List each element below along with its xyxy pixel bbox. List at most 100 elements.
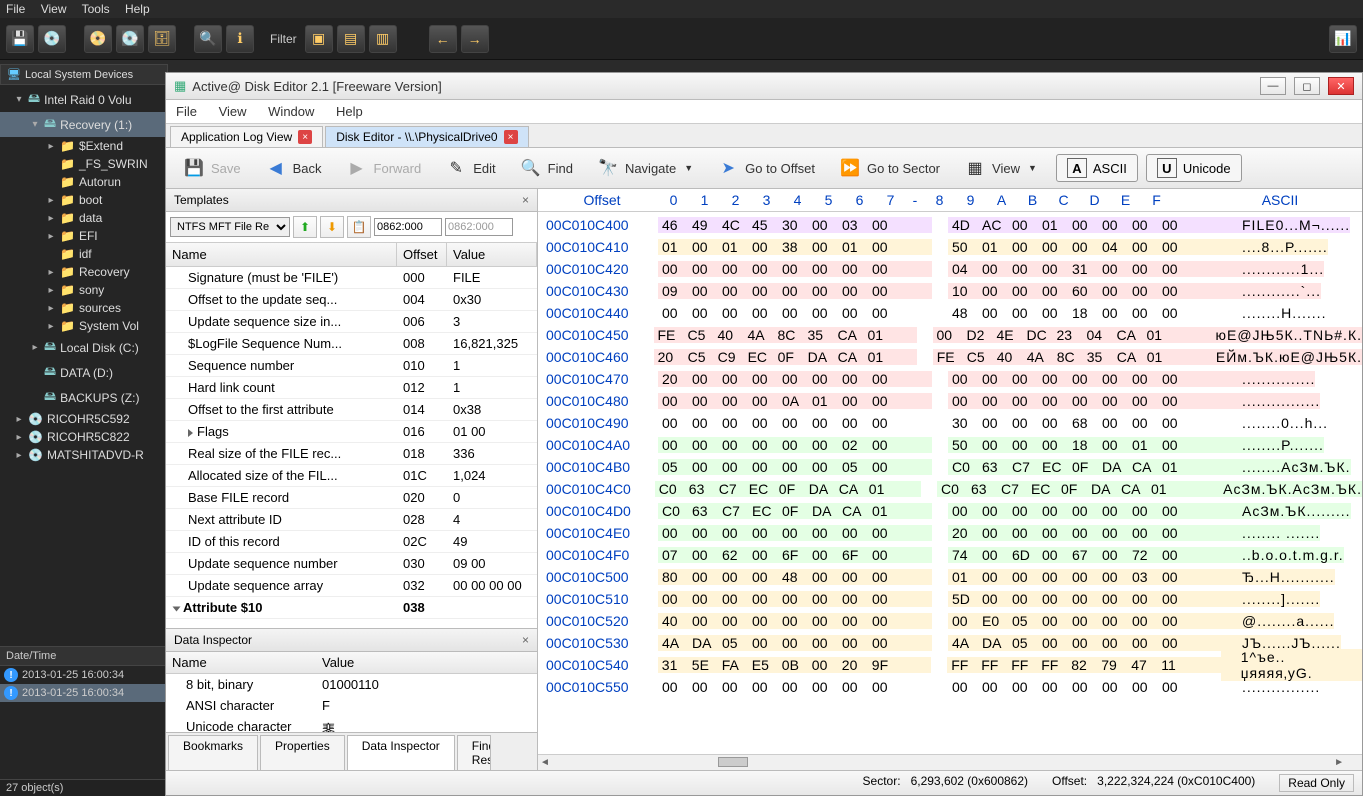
- table-row[interactable]: Update sequence array03200 00 00 00: [166, 575, 537, 597]
- menu-window[interactable]: Window: [268, 104, 314, 119]
- disk-icon[interactable]: 🗄: [148, 25, 176, 53]
- maximize-button[interactable]: ◻: [1294, 77, 1320, 95]
- horizontal-scrollbar[interactable]: ◄ ►: [538, 754, 1362, 770]
- table-row[interactable]: Update sequence size in...0063: [166, 311, 537, 333]
- back-button[interactable]: ◀Back: [254, 152, 333, 184]
- table-row[interactable]: Flags01601 00: [166, 421, 537, 443]
- tree-item[interactable]: ▸📁$Extend: [0, 137, 168, 155]
- tree-item[interactable]: ▸💿MATSHITADVD-R: [0, 446, 168, 464]
- info-icon[interactable]: ℹ: [226, 25, 254, 53]
- table-row[interactable]: Signature (must be 'FILE')000FILE: [166, 267, 537, 289]
- menu-view[interactable]: View: [219, 104, 247, 119]
- menu-view[interactable]: View: [41, 2, 67, 16]
- close-icon[interactable]: ×: [522, 193, 529, 207]
- template-select[interactable]: NTFS MFT File Re: [170, 217, 290, 237]
- hex-row[interactable]: 00C010C51000000000000000005D000000000000…: [546, 588, 1362, 610]
- tree-item[interactable]: ▸💿RICOHR5C822: [0, 428, 168, 446]
- hex-row[interactable]: 00C010C450FEC5404A8C35CA0100D24EDC2304CA…: [546, 324, 1362, 346]
- table-row[interactable]: 8 bit, binary01000110: [166, 674, 537, 695]
- hex-row[interactable]: 00C010C550000000000000000000000000000000…: [546, 676, 1362, 698]
- tab-disk-editor[interactable]: Disk Editor - \\.\PhysicalDrive0×: [325, 126, 528, 147]
- filter-icon[interactable]: ▥: [369, 25, 397, 53]
- disk-icon[interactable]: 💿: [38, 25, 66, 53]
- window-titlebar[interactable]: ▦ Active@ Disk Editor 2.1 [Freeware Vers…: [166, 73, 1362, 100]
- tree-item[interactable]: 📁idf: [0, 245, 168, 263]
- table-row[interactable]: Offset to the first attribute0140x38: [166, 399, 537, 421]
- tree-item[interactable]: ▸📁sony: [0, 281, 168, 299]
- ascii-encoding-button[interactable]: AASCII: [1056, 154, 1138, 182]
- up-button[interactable]: ⬆: [293, 216, 317, 238]
- tab-find-results[interactable]: Find Results: [457, 735, 491, 770]
- hex-row[interactable]: 00C010C4F0070062006F006F0074006D00670072…: [546, 544, 1362, 566]
- table-row[interactable]: ANSI characterF: [166, 695, 537, 716]
- menu-help[interactable]: Help: [125, 2, 150, 16]
- down-button[interactable]: ⬇: [320, 216, 344, 238]
- table-row[interactable]: ID of this record02C49: [166, 531, 537, 553]
- disk-icon[interactable]: 📀: [84, 25, 112, 53]
- table-row[interactable]: Real size of the FILE rec...018336: [166, 443, 537, 465]
- hex-row[interactable]: 00C010C540315EFAE50B00209FFFFFFFFF827947…: [546, 654, 1362, 676]
- tree-item[interactable]: ▾🖴Intel Raid 0 Volu: [0, 87, 168, 112]
- menu-help[interactable]: Help: [336, 104, 363, 119]
- hex-row[interactable]: 00C010C500800000004800000001000000000003…: [546, 566, 1362, 588]
- tree-item[interactable]: ▸📁Recovery: [0, 263, 168, 281]
- minimize-button[interactable]: —: [1260, 77, 1286, 95]
- filter-icon[interactable]: ▣: [305, 25, 333, 53]
- hex-row[interactable]: 00C010C410010001003800010050010000000400…: [546, 236, 1362, 258]
- hex-row[interactable]: 00C010C40046494C45300003004DAC0001000000…: [546, 214, 1362, 236]
- tree-item[interactable]: 📁Autorun: [0, 173, 168, 191]
- table-row[interactable]: Attribute $10038: [166, 597, 537, 619]
- chart-icon[interactable]: 📊: [1329, 25, 1357, 53]
- close-button[interactable]: ✕: [1328, 77, 1354, 95]
- log-item[interactable]: !2013-01-25 16:00:34: [0, 684, 168, 702]
- table-row[interactable]: Hard link count0121: [166, 377, 537, 399]
- back-icon[interactable]: ←: [429, 25, 457, 53]
- tree-item[interactable]: ▸🖴Local Disk (C:): [0, 335, 168, 360]
- close-icon[interactable]: ×: [522, 633, 529, 647]
- search-icon[interactable]: 🔍: [194, 25, 222, 53]
- hex-row[interactable]: 00C010C420000000000000000004000000310000…: [546, 258, 1362, 280]
- menu-file[interactable]: File: [176, 104, 197, 119]
- save-button[interactable]: 💾Save: [172, 152, 252, 184]
- table-row[interactable]: Offset to the update seq...0040x30: [166, 289, 537, 311]
- edit-button[interactable]: ✎Edit: [434, 152, 506, 184]
- device-tree[interactable]: ▾🖴Intel Raid 0 Volu▾🖴Recovery (1:)▸📁$Ext…: [0, 85, 168, 646]
- close-icon[interactable]: ×: [504, 130, 518, 144]
- hex-row[interactable]: 00C010C480000000000A01000000000000000000…: [546, 390, 1362, 412]
- table-row[interactable]: Sequence number0101: [166, 355, 537, 377]
- forward-button[interactable]: ▶Forward: [335, 152, 433, 184]
- hex-row[interactable]: 00C010C4A0000000000000020050000000180001…: [546, 434, 1362, 456]
- tree-item[interactable]: ▾🖴Recovery (1:): [0, 112, 168, 137]
- filter-icon[interactable]: ▤: [337, 25, 365, 53]
- templates-grid[interactable]: NameOffsetValue Signature (must be 'FILE…: [166, 243, 537, 628]
- table-row[interactable]: Unicode character䥆: [166, 716, 537, 732]
- hex-row[interactable]: 00C010C46020C5C9EC0FDACA01FEC5404A8C35CA…: [546, 346, 1362, 368]
- forward-icon[interactable]: →: [461, 25, 489, 53]
- view-button[interactable]: ▦View▼: [953, 152, 1048, 184]
- tree-item[interactable]: ▸📁boot: [0, 191, 168, 209]
- table-row[interactable]: Update sequence number03009 00: [166, 553, 537, 575]
- tree-item[interactable]: ▸📁System Vol: [0, 317, 168, 335]
- unicode-encoding-button[interactable]: UUnicode: [1146, 154, 1242, 182]
- tree-item[interactable]: ▸💿RICOHR5C592: [0, 410, 168, 428]
- hex-row[interactable]: 00C010C4D0C063C7EC0FDACA0100000000000000…: [546, 500, 1362, 522]
- tree-item[interactable]: ▸📁data: [0, 209, 168, 227]
- tab-log-view[interactable]: Application Log View×: [170, 126, 323, 147]
- hex-row[interactable]: 00C010C4C0C063C7EC0FDACA01C063C7EC0FDACA…: [546, 478, 1362, 500]
- close-icon[interactable]: ×: [298, 130, 312, 144]
- navigate-button[interactable]: 🔭Navigate▼: [586, 152, 704, 184]
- disk-icon[interactable]: 💽: [116, 25, 144, 53]
- tree-item[interactable]: 🖴BACKUPS (Z:): [0, 385, 168, 410]
- hex-view[interactable]: Offset 01234567-89ABCDEF ASCII 00C010C40…: [538, 189, 1362, 770]
- offset-input-1[interactable]: [374, 218, 442, 236]
- hex-row[interactable]: 00C010C4B00500000000000500C063C7EC0FDACA…: [546, 456, 1362, 478]
- tree-item[interactable]: 🖴DATA (D:): [0, 360, 168, 385]
- find-button[interactable]: 🔍Find: [509, 152, 584, 184]
- tab-bookmarks[interactable]: Bookmarks: [168, 735, 258, 770]
- tab-properties[interactable]: Properties: [260, 735, 345, 770]
- table-row[interactable]: Base FILE record0200: [166, 487, 537, 509]
- disk-icon[interactable]: 💾: [6, 25, 34, 53]
- tree-item[interactable]: ▸📁EFI: [0, 227, 168, 245]
- goto-offset-button[interactable]: ➤Go to Offset: [706, 152, 826, 184]
- goto-sector-button[interactable]: ⏩Go to Sector: [828, 152, 951, 184]
